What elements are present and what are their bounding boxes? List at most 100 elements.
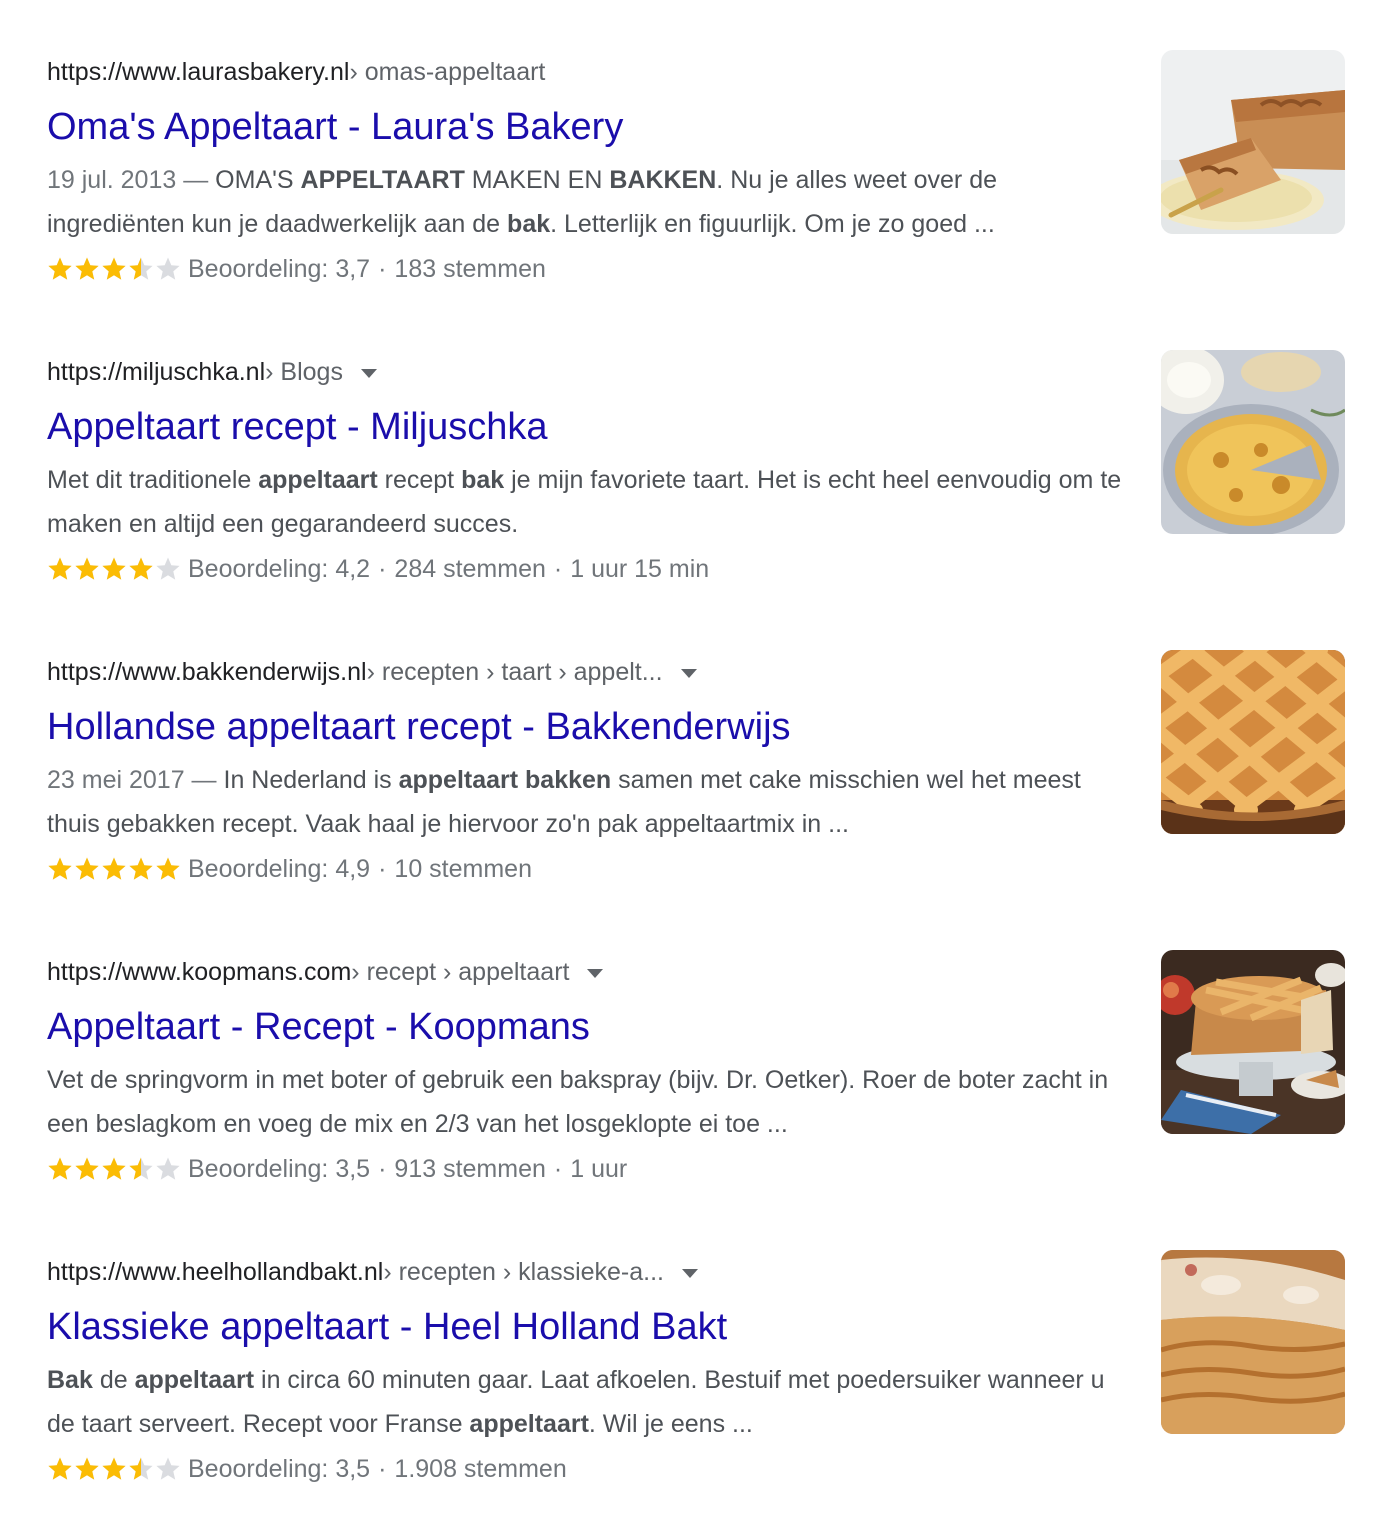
separator-dot: · — [378, 1455, 387, 1483]
separator-dot: · — [378, 555, 387, 583]
separator-dot: · — [378, 255, 387, 283]
chevron-down-icon[interactable] — [587, 968, 604, 978]
star-icon — [155, 1456, 182, 1482]
result-url[interactable]: https://www.bakkenderwijs.nl › recepten … — [47, 656, 697, 688]
rating-line: Beoordeling: 4,2 · 284 stemmen · 1 uur 1… — [47, 551, 709, 587]
star-rating — [47, 556, 182, 582]
url-domain: https://miljuschka.nl — [47, 358, 266, 386]
vote-count: 284 stemmen — [394, 555, 546, 583]
snippet-keyword: bak — [507, 210, 551, 238]
snippet-keyword: Bak — [47, 1366, 93, 1394]
snippet-keyword: BAKKEN — [609, 166, 717, 194]
apple-pie-top-view-thumbnail[interactable] — [1161, 350, 1345, 534]
result-snippet: Met dit traditionele appeltaart recept b… — [47, 458, 1137, 546]
star-icon — [128, 1456, 155, 1482]
star-rating — [47, 856, 182, 882]
result-snippet: 19 jul. 2013 — OMA'S APPELTAART MAKEN EN… — [47, 158, 1137, 246]
snippet-keyword: appeltaart — [134, 1366, 255, 1394]
star-icon — [74, 556, 101, 582]
separator-dot: · — [378, 1155, 387, 1183]
result-snippet: 23 mei 2017 — In Nederland is appeltaart… — [47, 758, 1137, 846]
result-title-link[interactable]: Appeltaart recept - Miljuschka — [47, 404, 548, 450]
star-icon — [101, 856, 128, 882]
result-title-link[interactable]: Hollandse appeltaart recept - Bakkenderw… — [47, 704, 791, 750]
result-title-link[interactable]: Oma's Appeltaart - Laura's Bakery — [47, 104, 623, 150]
snippet-text: recept — [377, 466, 462, 494]
result-snippet: Vet de springvorm in met boter of gebrui… — [47, 1058, 1137, 1146]
result-snippet: Bak de appeltaart in circa 60 minuten ga… — [47, 1358, 1137, 1446]
url-domain: https://www.koopmans.com — [47, 958, 352, 986]
search-result: https://www.heelhollandbakt.nl › recepte… — [0, 1200, 1400, 1500]
lattice-apple-pie-thumbnail[interactable] — [1161, 650, 1345, 834]
vote-count: 1.908 stemmen — [394, 1455, 567, 1483]
vote-count: 10 stemmen — [394, 855, 532, 883]
rating-label: Beoordeling: 4,9 — [188, 855, 371, 883]
star-icon — [74, 1156, 101, 1182]
star-icon — [47, 256, 74, 282]
chevron-down-icon[interactable] — [360, 368, 377, 378]
star-icon — [101, 1156, 128, 1182]
result-url[interactable]: https://miljuschka.nl › Blogs — [47, 356, 377, 388]
url-breadcrumb: › recepten › klassieke-a... — [383, 1258, 664, 1286]
separator-dot: · — [378, 855, 387, 883]
url-breadcrumb: › recepten › taart › appelt... — [366, 658, 663, 686]
separator-dot: · — [553, 1155, 563, 1183]
star-icon — [74, 256, 101, 282]
star-icon — [155, 1156, 182, 1182]
snippet-keyword: appeltaart — [469, 1410, 589, 1438]
chevron-down-icon[interactable] — [680, 668, 697, 678]
separator-dot: · — [553, 555, 563, 583]
rating-line: Beoordeling: 4,9 · 10 stemmen — [47, 851, 532, 887]
cook-duration: 1 uur — [570, 1155, 628, 1183]
vote-count: 913 stemmen — [394, 1155, 546, 1183]
apple-pie-slice-closeup-thumbnail[interactable] — [1161, 1250, 1345, 1434]
star-icon — [101, 1456, 128, 1482]
result-url[interactable]: https://www.heelhollandbakt.nl › recepte… — [47, 1256, 698, 1288]
rating-label: Beoordeling: 3,5 — [188, 1455, 371, 1483]
snippet-text: de — [92, 1366, 135, 1394]
snippet-text: OMA'S — [215, 166, 301, 194]
star-icon — [47, 556, 74, 582]
star-icon — [128, 256, 155, 282]
rating-label: Beoordeling: 3,7 — [188, 255, 371, 283]
url-domain: https://www.laurasbakery.nl — [47, 58, 350, 86]
star-rating — [47, 256, 182, 282]
star-icon — [47, 856, 74, 882]
snippet-text: . Letterlijk en figuurlijk. Om je zo goe… — [550, 210, 995, 238]
star-icon — [128, 1156, 155, 1182]
result-title-link[interactable]: Appeltaart - Recept - Koopmans — [47, 1004, 590, 1050]
result-url[interactable]: https://www.koopmans.com › recept › appe… — [47, 956, 604, 988]
star-rating — [47, 1156, 182, 1182]
star-icon — [155, 556, 182, 582]
star-icon — [47, 1456, 74, 1482]
star-rating — [47, 1456, 182, 1482]
star-icon — [155, 256, 182, 282]
url-breadcrumb: › omas-appeltaart — [349, 58, 546, 86]
star-icon — [74, 856, 101, 882]
result-title-link[interactable]: Klassieke appeltaart - Heel Holland Bakt — [47, 1304, 727, 1350]
star-icon — [155, 856, 182, 882]
chevron-down-icon[interactable] — [682, 1268, 698, 1278]
snippet-keyword: bak — [461, 466, 505, 494]
apple-pie-cake-stand-thumbnail[interactable] — [1161, 950, 1345, 1134]
url-domain: https://www.bakkenderwijs.nl — [47, 658, 367, 686]
search-result: https://miljuschka.nl › Blogs Appeltaart… — [0, 300, 1400, 600]
url-domain: https://www.heelhollandbakt.nl — [47, 1258, 384, 1286]
vote-count: 183 stemmen — [394, 255, 546, 283]
snippet-text: Met dit traditionele — [47, 466, 259, 494]
snippet-text: Vet de springvorm in met boter of gebrui… — [47, 1066, 1109, 1138]
star-icon — [101, 256, 128, 282]
url-breadcrumb: › recept › appeltaart — [351, 958, 570, 986]
star-icon — [47, 1156, 74, 1182]
search-result: https://www.laurasbakery.nl › omas-appel… — [0, 0, 1400, 300]
snippet-date: 23 mei 2017 — — [47, 766, 224, 794]
apple-pie-slice-plate-thumbnail[interactable] — [1161, 50, 1345, 234]
search-result: https://www.koopmans.com › recept › appe… — [0, 900, 1400, 1200]
star-icon — [101, 556, 128, 582]
snippet-keyword: appeltaart — [258, 466, 378, 494]
rating-label: Beoordeling: 4,2 — [188, 555, 371, 583]
result-url[interactable]: https://www.laurasbakery.nl › omas-appel… — [47, 56, 545, 88]
rating-line: Beoordeling: 3,5 · 913 stemmen · 1 uur — [47, 1151, 627, 1187]
rating-line: Beoordeling: 3,5 · 1.908 stemmen — [47, 1451, 567, 1487]
snippet-text: In Nederland is — [223, 766, 399, 794]
